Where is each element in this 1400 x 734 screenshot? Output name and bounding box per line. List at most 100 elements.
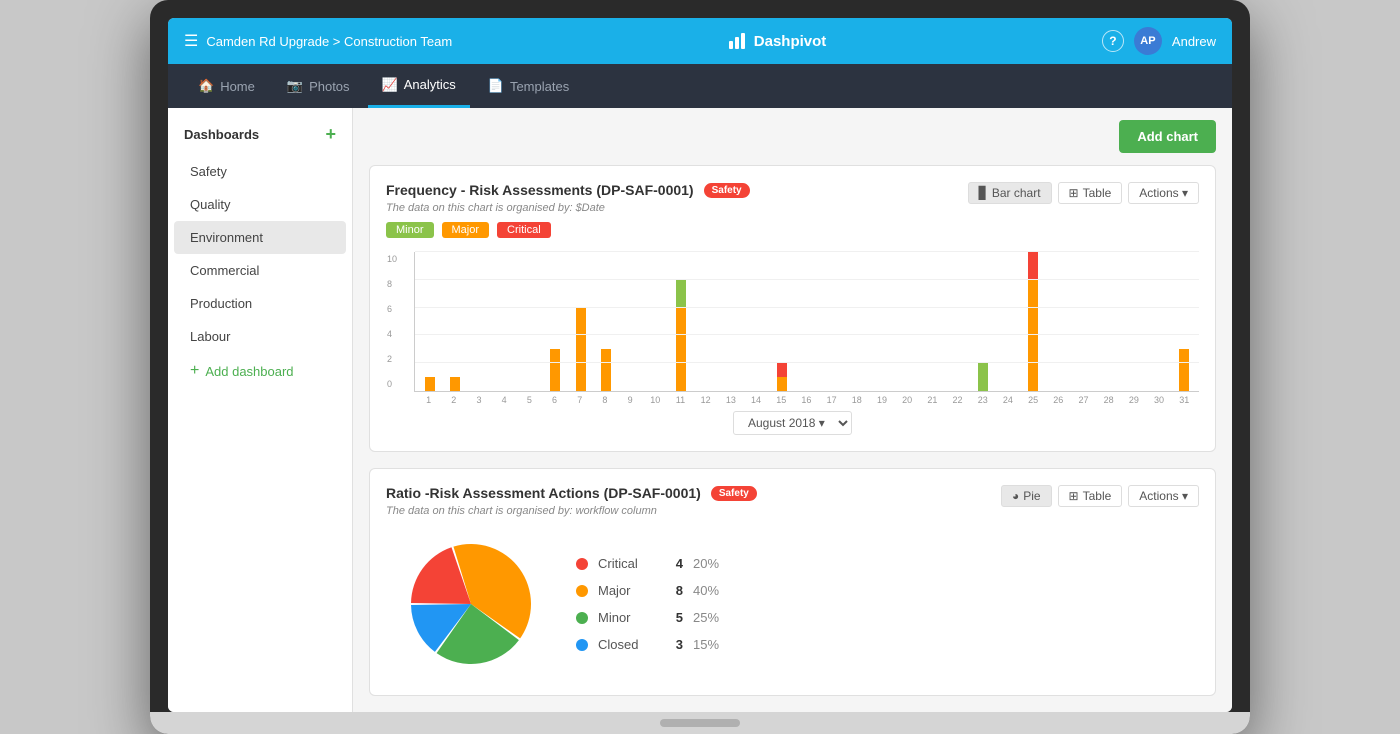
x-label-27: 27 (1071, 395, 1096, 405)
x-label-28: 28 (1096, 395, 1121, 405)
bar-major (676, 307, 686, 391)
x-label-29: 29 (1121, 395, 1146, 405)
nav-label-photos: Photos (309, 79, 349, 94)
bar-major (1028, 279, 1038, 391)
nav-label-analytics: Analytics (404, 77, 456, 92)
bar-group-5 (518, 252, 543, 391)
nav-item-analytics[interactable]: 📈 Analytics (368, 64, 470, 108)
help-icon[interactable]: ? (1102, 30, 1124, 52)
y-axis: 0 2 4 6 8 10 (387, 252, 397, 391)
bar-group-10 (643, 252, 668, 391)
x-label-24: 24 (995, 395, 1020, 405)
bar-chart-btn[interactable]: ▊ Bar chart (968, 182, 1052, 204)
x-label-26: 26 (1046, 395, 1071, 405)
actions-btn-1[interactable]: Actions ▾ (1128, 182, 1199, 204)
bar-major (576, 307, 586, 391)
x-label-19: 19 (869, 395, 894, 405)
date-selector[interactable]: August 2018 ▾ (733, 411, 852, 435)
sidebar-title: Dashboards (184, 127, 259, 142)
bar-group-12 (694, 252, 719, 391)
critical-label: Critical (598, 556, 653, 571)
pie-btn[interactable]: ◕ Pie (1001, 485, 1052, 507)
chart-1-info: Frequency - Risk Assessments (DP-SAF-000… (386, 182, 968, 248)
major-value: 8 (663, 583, 683, 598)
sidebar-item-labour[interactable]: Labour (174, 320, 346, 353)
chart-1-subtitle: The data on this chart is organised by: … (386, 202, 968, 214)
chart-2-controls: ◕ Pie ⊞ Table Actions ▾ (1001, 485, 1199, 507)
analytics-icon: 📈 (382, 77, 398, 93)
add-chart-button[interactable]: Add chart (1119, 120, 1216, 153)
bar-major (425, 377, 435, 391)
bar-group-24 (996, 252, 1021, 391)
bar-group-3 (467, 252, 492, 391)
add-dashboard-button[interactable]: + Add dashboard (174, 353, 346, 389)
sidebar-item-commercial[interactable]: Commercial (174, 254, 346, 287)
logo-text: Dashpivot (754, 33, 827, 50)
major-label: Major (598, 583, 653, 598)
chart-2-card: Ratio -Risk Assessment Actions (DP-SAF-0… (369, 468, 1216, 696)
nav-item-home[interactable]: 🏠 Home (184, 64, 269, 108)
sidebar-add-icon[interactable]: + (325, 124, 336, 145)
sidebar-item-environment[interactable]: Environment (174, 221, 346, 254)
table-btn-2[interactable]: ⊞ Table (1058, 485, 1123, 507)
bar-minor (676, 279, 686, 307)
sidebar-item-quality[interactable]: Quality (174, 188, 346, 221)
actions-btn-2[interactable]: Actions ▾ (1128, 485, 1199, 507)
add-dashboard-label: Add dashboard (205, 364, 293, 379)
bar-chart-body: 0 2 4 6 8 10 (414, 252, 1199, 405)
legend-minor: Minor (386, 222, 434, 238)
nav-item-photos[interactable]: 📷 Photos (273, 64, 364, 108)
pie-legend-minor: Minor 5 25% (576, 610, 728, 625)
table-btn-1[interactable]: ⊞ Table (1058, 182, 1123, 204)
nav-label-templates: Templates (510, 79, 569, 94)
closed-label: Closed (598, 637, 653, 652)
bar-group-1 (417, 252, 442, 391)
bar-chart-bars-container (417, 252, 1197, 391)
closed-value: 3 (663, 637, 683, 652)
x-label-23: 23 (970, 395, 995, 405)
chart-2-subtitle: The data on this chart is organised by: … (386, 505, 1001, 517)
hamburger-icon[interactable]: ☰ (184, 31, 198, 51)
sidebar: Dashboards + Safety Quality Environment … (168, 108, 353, 712)
date-selector-container: August 2018 ▾ (386, 411, 1199, 435)
chart-1-badge: Safety (704, 183, 750, 198)
bar-group-31 (1172, 252, 1197, 391)
chart-2-badge: Safety (711, 486, 757, 501)
bar-group-21 (920, 252, 945, 391)
chart-1-legend: Minor Major Critical (386, 222, 968, 238)
bar-group-25 (1021, 252, 1046, 391)
pie-legend-critical: Critical 4 20% (576, 556, 728, 571)
x-label-13: 13 (718, 395, 743, 405)
bar-group-9 (618, 252, 643, 391)
critical-pct: 20% (693, 556, 728, 571)
add-dashboard-icon: + (190, 362, 199, 380)
pie-legend: Critical 4 20% Major 8 40% (576, 556, 728, 652)
nav-item-templates[interactable]: 📄 Templates (474, 64, 583, 108)
pie-svg (406, 539, 536, 669)
bar-group-11 (669, 252, 694, 391)
sidebar-item-production[interactable]: Production (174, 287, 346, 320)
bar-group-23 (970, 252, 995, 391)
legend-critical: Critical (497, 222, 551, 238)
bar-group-22 (945, 252, 970, 391)
avatar[interactable]: AP (1134, 27, 1162, 55)
content-header: Add chart (353, 108, 1232, 165)
bar-group-30 (1147, 252, 1172, 391)
critical-value: 4 (663, 556, 683, 571)
minor-pct: 25% (693, 610, 728, 625)
bar-group-28 (1096, 252, 1121, 391)
chart-2-title: Ratio -Risk Assessment Actions (DP-SAF-0… (386, 485, 701, 501)
x-label-1: 1 (416, 395, 441, 405)
bar-critical (1028, 251, 1038, 279)
x-label-25: 25 (1021, 395, 1046, 405)
bar-group-13 (719, 252, 744, 391)
bar-chart-icon: ▊ (979, 186, 988, 200)
minor-value: 5 (663, 610, 683, 625)
sidebar-item-safety[interactable]: Safety (174, 155, 346, 188)
navbar: 🏠 Home 📷 Photos 📈 Analytics 📄 Templates (168, 64, 1232, 108)
bar-group-27 (1071, 252, 1096, 391)
x-label-8: 8 (592, 395, 617, 405)
minor-dot (576, 612, 588, 624)
x-label-11: 11 (668, 395, 693, 405)
photos-icon: 📷 (287, 78, 303, 94)
